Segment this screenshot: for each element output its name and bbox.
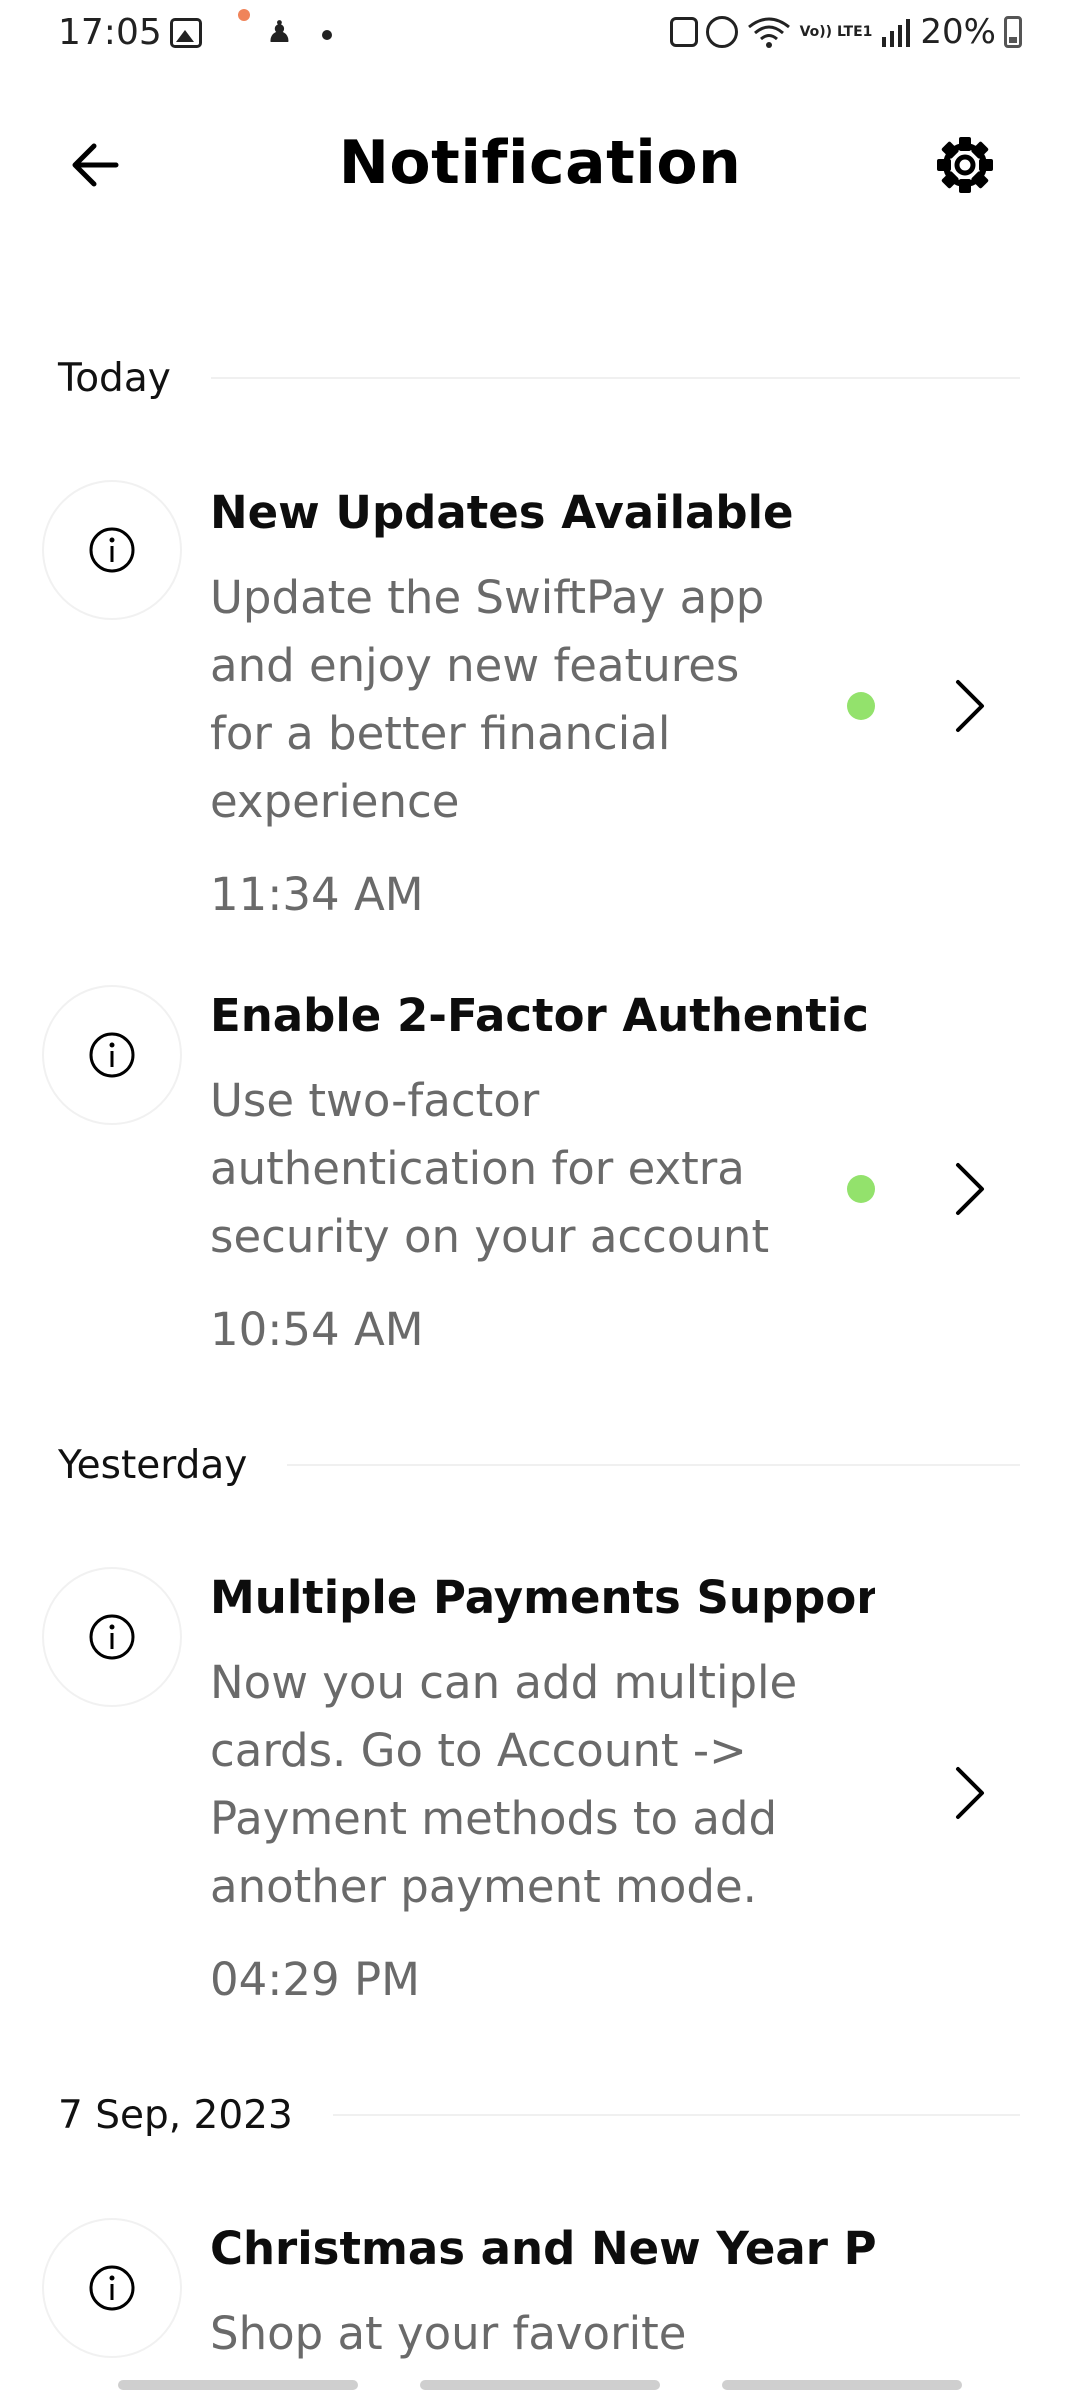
chevron-right-icon xyxy=(956,1767,984,1819)
notification-screen: 17:05 ♟ Vo)) LTE1 20% Notification Today… xyxy=(0,0,1080,2408)
notification-time: 04:29 PM xyxy=(210,1953,420,2006)
battery-percentage: 20% xyxy=(920,12,996,52)
header: Notification xyxy=(0,110,1080,220)
notification-body: Shop at your favorite xyxy=(210,2307,687,2360)
battery-saver-icon xyxy=(669,17,698,47)
nav-hint-bar xyxy=(118,2380,358,2390)
notification-item-christmas[interactable]: Christmas and New Year Pro Shop at your … xyxy=(0,2218,1080,2398)
section-divider xyxy=(210,377,1020,379)
chevron-right-icon xyxy=(956,1163,984,1215)
notification-item-payments[interactable]: Multiple Payments Support U Now you can … xyxy=(0,1567,1080,2027)
notification-time: 11:34 AM xyxy=(210,868,424,921)
page-title: Notification xyxy=(338,128,742,198)
info-icon xyxy=(89,1614,135,1660)
info-icon-container xyxy=(42,1567,182,1707)
settings-button[interactable] xyxy=(930,130,1000,200)
section-title: 7 Sep, 2023 xyxy=(58,2092,293,2138)
info-icon-container xyxy=(42,985,182,1125)
info-icon xyxy=(89,527,135,573)
battery-icon xyxy=(1004,16,1022,48)
unread-indicator xyxy=(847,1175,875,1203)
status-bar: 17:05 ♟ Vo)) LTE1 20% xyxy=(0,0,1080,70)
info-icon-container xyxy=(42,2218,182,2358)
notification-body: Use two-factor authentication for extra … xyxy=(210,1074,770,1263)
section-header-yesterday: Yesterday xyxy=(58,1435,1020,1495)
section-title: Today xyxy=(58,355,171,401)
notification-dot-icon xyxy=(238,9,250,21)
notification-title: New Updates Available xyxy=(210,486,794,539)
lte-label: Vo)) LTE1 xyxy=(799,24,873,40)
wifi-icon xyxy=(747,17,790,48)
notification-time: 10:54 AM xyxy=(210,1303,424,1356)
section-title: Yesterday xyxy=(58,1442,248,1488)
nav-hint-bar xyxy=(722,2380,962,2390)
notification-title: Christmas and New Year Pro xyxy=(210,2222,875,2275)
info-icon xyxy=(89,2265,135,2311)
chevron-right-icon xyxy=(956,680,984,732)
section-divider xyxy=(287,1464,1020,1466)
signal-icon xyxy=(882,19,911,47)
notification-body: Update the SwiftPay app and enjoy new fe… xyxy=(210,571,765,828)
nav-hint-bar xyxy=(420,2380,660,2390)
gallery-icon xyxy=(170,18,202,48)
info-icon-container xyxy=(42,480,182,620)
gear-icon xyxy=(937,137,993,193)
more-dot-icon xyxy=(322,30,332,40)
section-header-date: 7 Sep, 2023 xyxy=(58,2085,1020,2145)
figure-icon: ♟ xyxy=(266,15,293,50)
notification-body: Now you can add multiple cards. Go to Ac… xyxy=(210,1656,798,1913)
section-header-today: Today xyxy=(58,348,1020,408)
unread-indicator xyxy=(847,692,875,720)
status-time: 17:05 xyxy=(58,12,162,53)
bottom-navigation-hint xyxy=(0,2380,1080,2394)
section-divider xyxy=(332,2114,1020,2116)
status-icons: Vo)) LTE1 20% xyxy=(669,12,1022,52)
notification-item-2fa[interactable]: Enable 2-Factor Authentic Use two-factor… xyxy=(0,985,1080,1365)
info-icon xyxy=(89,1032,135,1078)
notification-title: Enable 2-Factor Authentic xyxy=(210,989,869,1042)
notification-item-updates[interactable]: New Updates Available Update the SwiftPa… xyxy=(0,480,1080,940)
notification-title: Multiple Payments Support U xyxy=(210,1571,875,1624)
alarm-icon xyxy=(705,16,738,48)
